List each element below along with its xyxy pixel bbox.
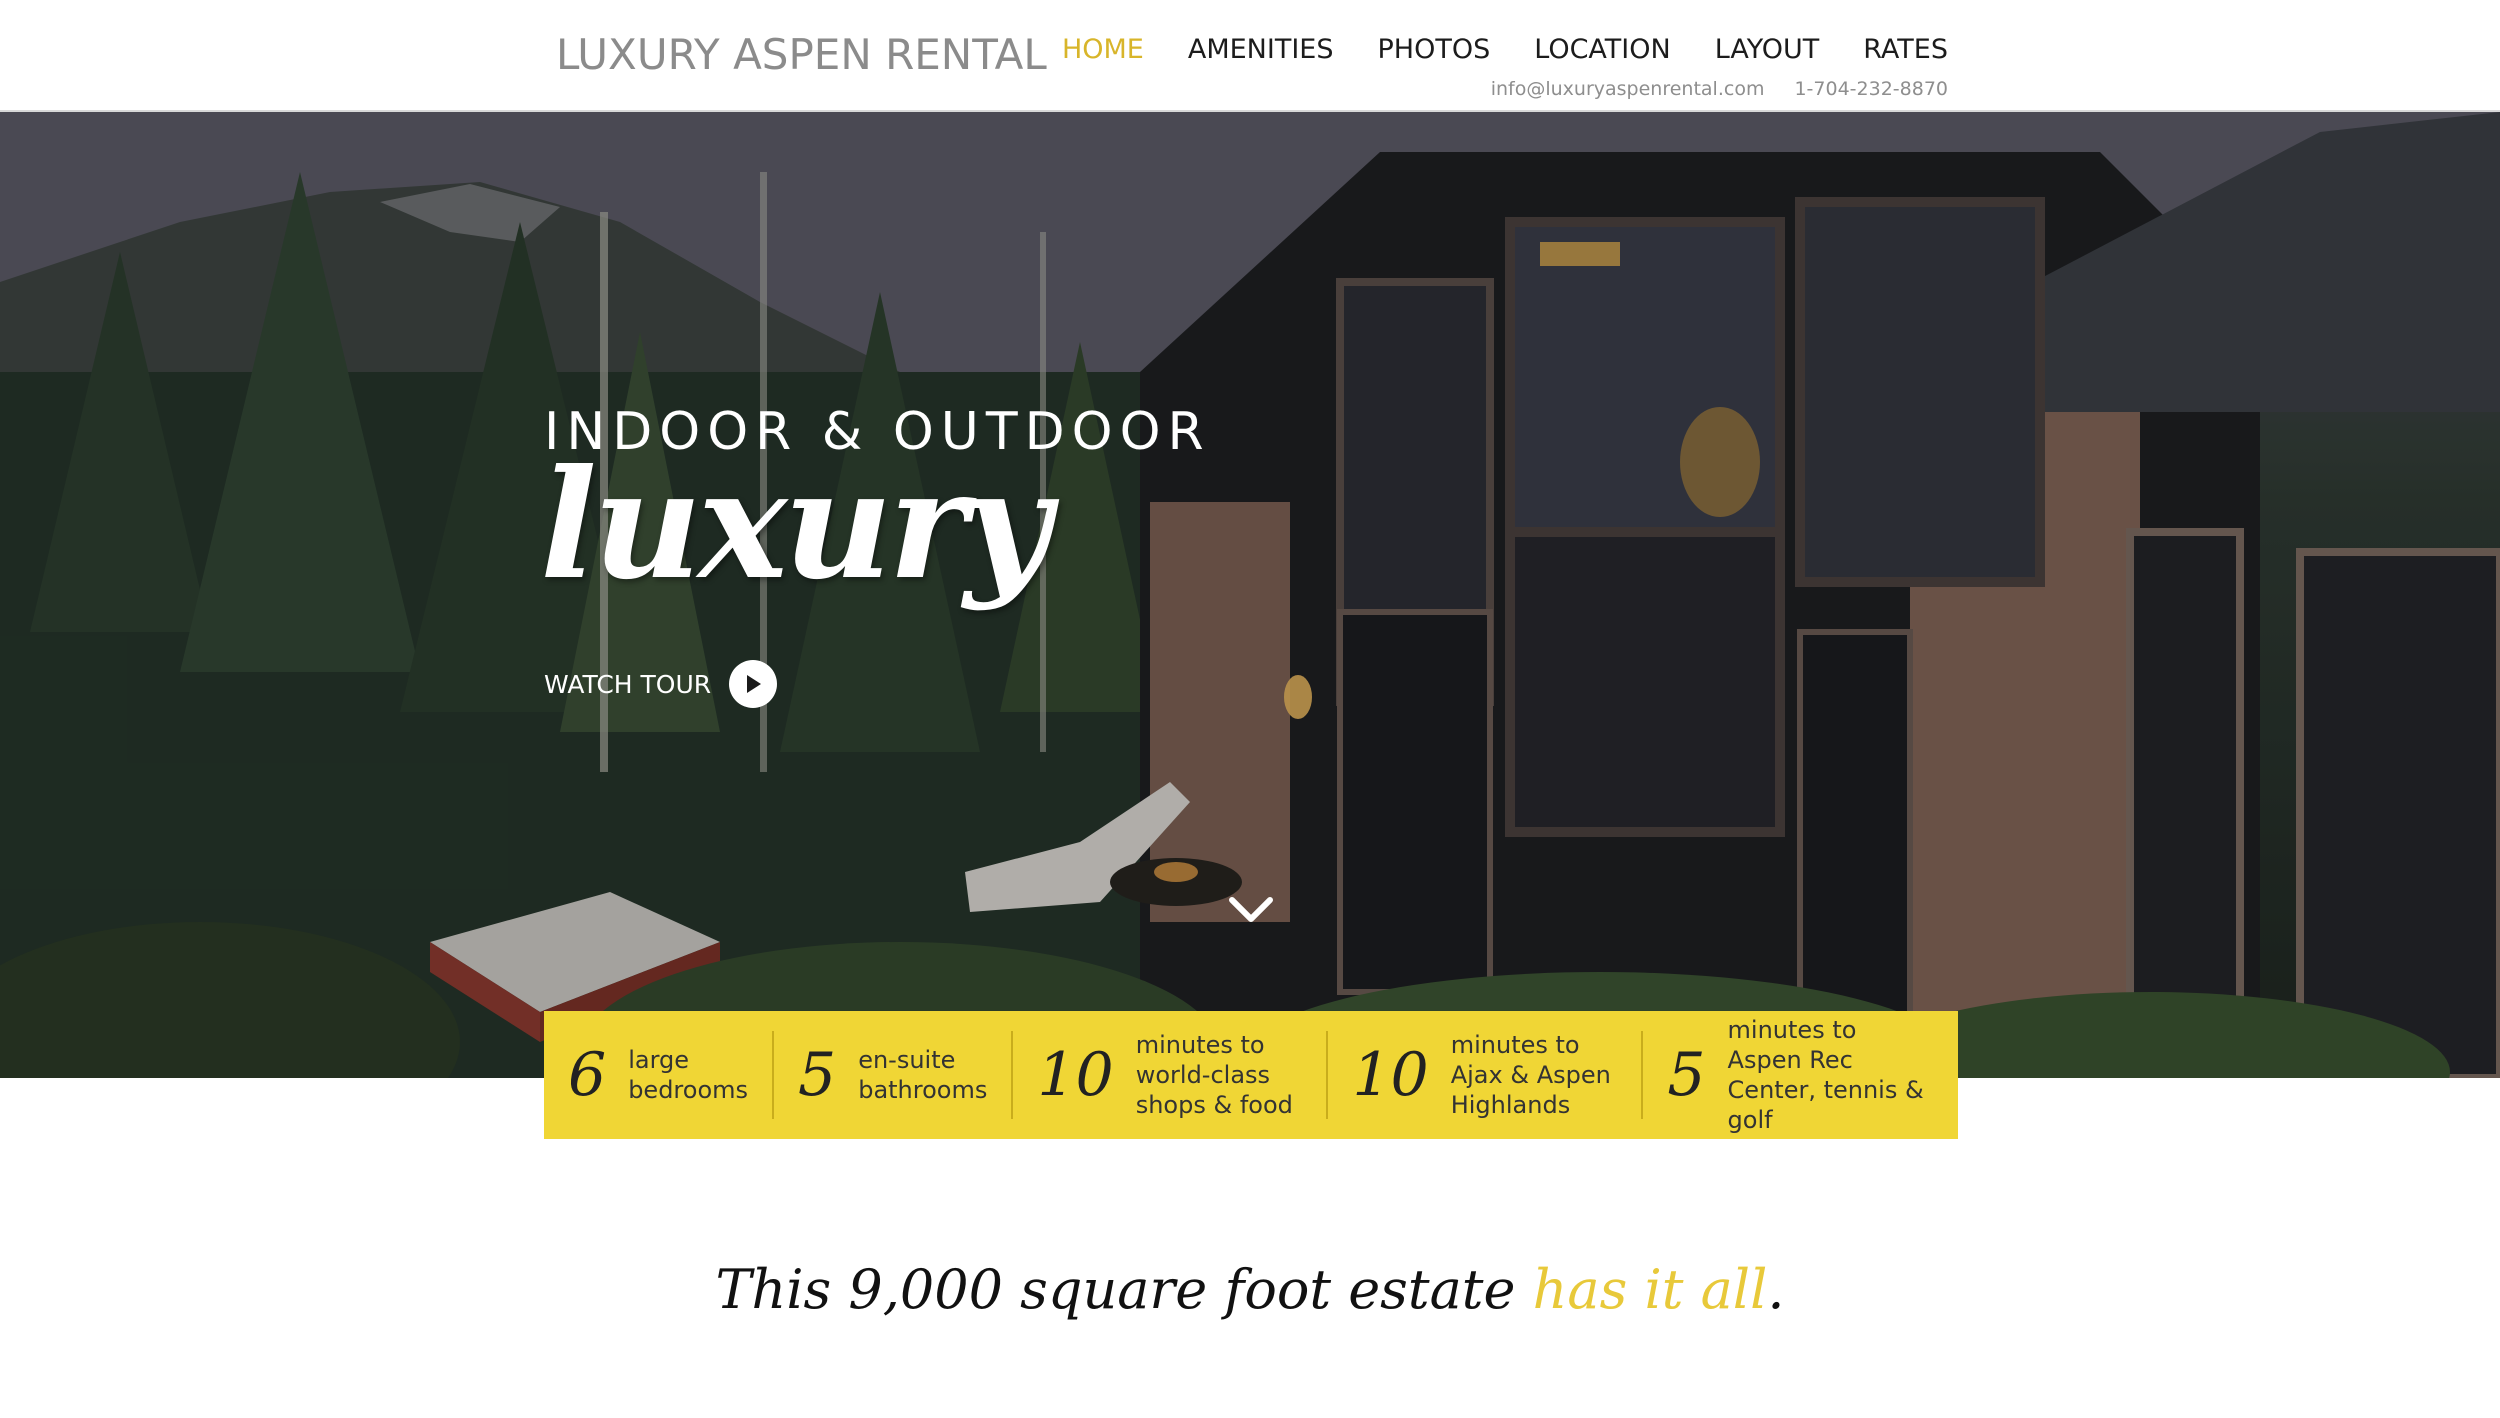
stat-text: en-suite bathrooms: [858, 1046, 988, 1104]
tagline-highlight: has it all: [1532, 1258, 1768, 1321]
stat-item: 5 minutes to Aspen Rec Center, tennis & …: [1641, 1016, 1958, 1134]
site-logo[interactable]: LUXURY ASPEN RENTAL: [556, 30, 1047, 79]
watch-tour-button[interactable]: WATCH TOUR: [544, 660, 778, 708]
stat-number: 10: [1037, 1040, 1114, 1110]
nav-rates[interactable]: RATES: [1863, 34, 1948, 65]
nav-amenities[interactable]: AMENITIES: [1188, 34, 1334, 65]
stat-number: 5: [798, 1040, 837, 1110]
stat-text: large bedrooms: [628, 1046, 749, 1104]
hero-overlay: [0, 112, 2500, 1078]
nav-photos[interactable]: PHOTOS: [1378, 34, 1491, 65]
tagline-after: .: [1767, 1258, 1785, 1321]
play-icon[interactable]: [729, 660, 778, 708]
nav-location[interactable]: LOCATION: [1534, 34, 1670, 65]
watch-tour-label: WATCH TOUR: [544, 669, 712, 699]
tagline: This 9,000 square foot estate has it all…: [0, 1258, 2500, 1321]
site-header: LUXURY ASPEN RENTAL HOME AMENITIES PHOTO…: [0, 0, 2500, 112]
hero-section: INDOOR & OUTDOOR luxury WATCH TOUR: [0, 112, 2500, 1078]
stat-text: minutes to Ajax & Aspen Highlands: [1450, 1031, 1611, 1119]
stats-bar: 6 large bedrooms 5 en-suite bathrooms 10…: [544, 1011, 1958, 1139]
nav-home[interactable]: HOME: [1062, 34, 1144, 65]
tagline-before: This 9,000 square foot estate: [715, 1258, 1533, 1321]
chevron-down-icon[interactable]: [1226, 892, 1276, 928]
stat-number: 6: [568, 1040, 607, 1110]
stat-item: 5 en-suite bathrooms: [772, 1031, 1011, 1119]
hero-script-title: luxury: [540, 437, 1051, 613]
stat-number: 5: [1667, 1040, 1706, 1110]
stat-text: minutes to Aspen Rec Center, tennis & go…: [1727, 1016, 1924, 1134]
contact-info: info@luxuryaspenrental.com 1-704-232-887…: [1491, 78, 1948, 100]
stat-item: 6 large bedrooms: [544, 1031, 772, 1119]
contact-phone[interactable]: 1-704-232-8870: [1794, 78, 1948, 100]
stat-number: 10: [1352, 1040, 1429, 1110]
stat-item: 10 minutes to world-class shops & food: [1011, 1031, 1326, 1119]
stat-text: minutes to world-class shops & food: [1135, 1031, 1293, 1119]
contact-email[interactable]: info@luxuryaspenrental.com: [1491, 78, 1765, 100]
main-nav: HOME AMENITIES PHOTOS LOCATION LAYOUT RA…: [1062, 34, 1948, 65]
stat-item: 10 minutes to Ajax & Aspen Highlands: [1326, 1031, 1641, 1119]
nav-layout[interactable]: LAYOUT: [1715, 34, 1820, 65]
